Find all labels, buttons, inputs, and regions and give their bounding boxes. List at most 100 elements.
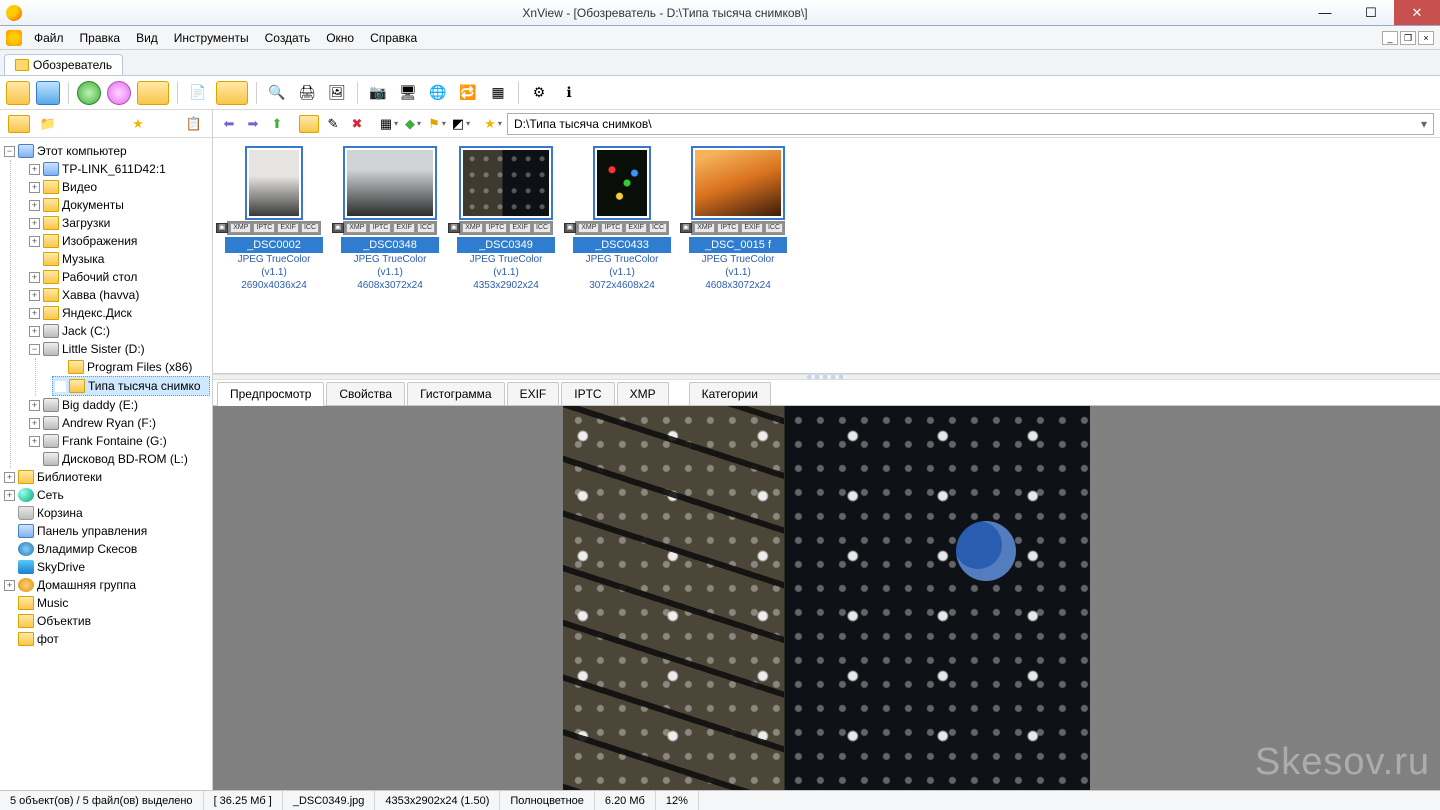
status-total: [ 36.25 Мб ] (204, 791, 283, 810)
document-tabstrip: Обозреватель (0, 50, 1440, 76)
folder-tree[interactable]: −Этот компьютер +TP-LINK_611D42:1 +Видео… (0, 138, 213, 790)
tree-item[interactable]: Хавва (havva) (62, 286, 139, 304)
new-folder-button[interactable] (299, 115, 319, 133)
rename-button[interactable]: ✎ (323, 114, 343, 134)
dropdown-icon[interactable]: ▾ (1421, 117, 1427, 131)
print-button[interactable]: 🖨 (295, 81, 319, 105)
tree-item[interactable]: Music (37, 594, 68, 612)
layout-button[interactable]: ◩ (451, 114, 471, 134)
tree-item-selected[interactable]: Типа тысяча снимко (88, 377, 201, 395)
thumbnail[interactable]: ▣XMPIPTCEXIFICC_DSC0002JPEG TrueColor (v… (225, 146, 323, 292)
tree-homegroup[interactable]: Домашняя группа (37, 576, 136, 594)
slideshow-button[interactable]: 🖼 (325, 81, 349, 105)
refresh-button[interactable] (77, 81, 101, 105)
thumbnail[interactable]: ▣XMPIPTCEXIFICC_DSC0433JPEG TrueColor (v… (573, 146, 671, 292)
tree-item[interactable]: Музыка (62, 250, 104, 268)
tree-drive-e[interactable]: Big daddy (E:) (62, 396, 138, 414)
tree-drive-g[interactable]: Frank Fontaine (G:) (62, 432, 167, 450)
nav-forward-button[interactable]: ➡ (243, 114, 263, 134)
preview-tab[interactable]: EXIF (507, 382, 560, 406)
sort-button[interactable]: ◆ (403, 114, 423, 134)
main-toolbar: 📄 🔍 🖨 🖼 📷 🖥 🌐 🔁 ▦ ⚙ ℹ (0, 76, 1440, 110)
convert-button[interactable]: 🔁 (456, 81, 480, 105)
tree-drive-f[interactable]: Andrew Ryan (F:) (62, 414, 156, 432)
menu-edit[interactable]: Правка (72, 28, 129, 48)
settings-button[interactable]: ⚙ (527, 81, 551, 105)
tree-item[interactable]: Объектив (37, 612, 91, 630)
tree-item[interactable]: Документы (62, 196, 124, 214)
tree-item[interactable]: Рабочий стол (62, 268, 137, 286)
tree-item[interactable]: Яндекс.Диск (62, 304, 132, 322)
status-color: Полноцветное (500, 791, 595, 810)
thumb-name: _DSC0433 (573, 237, 671, 253)
delete-button[interactable]: ✖ (347, 114, 367, 134)
save-button[interactable] (36, 81, 60, 105)
tree-network[interactable]: Сеть (37, 486, 64, 504)
thumb-name: _DSC0349 (457, 237, 555, 253)
favorites-button[interactable]: ★ (483, 114, 503, 134)
tree-item[interactable]: фот (37, 630, 59, 648)
tree-bin[interactable]: Корзина (37, 504, 83, 522)
open-button[interactable] (6, 81, 30, 105)
capture-button[interactable]: 📷 (366, 81, 390, 105)
favorite-add-button[interactable]: ★ (128, 114, 148, 134)
categories-button[interactable]: 📋 (184, 114, 204, 134)
tab-browser[interactable]: Обозреватель (4, 54, 123, 75)
nav-up-button[interactable]: ⬆ (267, 114, 287, 134)
fav-folders-icon[interactable]: 📁 (38, 114, 58, 134)
preview-tab[interactable]: XMP (617, 382, 669, 406)
watermark: Skesov.ru (1255, 741, 1430, 784)
refresh-all-button[interactable] (107, 81, 131, 105)
preview-tab[interactable]: Предпросмотр (217, 382, 324, 406)
preview-tab[interactable]: Гистограмма (407, 382, 504, 406)
nav-back-button[interactable]: ⬅ (219, 114, 239, 134)
preview-tab[interactable]: Категории (689, 382, 771, 406)
scan-button[interactable]: 🖥 (396, 81, 420, 105)
grid-button[interactable]: ▦ (486, 81, 510, 105)
browse-button[interactable] (137, 81, 169, 105)
tree-drive-bd[interactable]: Дисковод BD-ROM (L:) (62, 450, 188, 468)
thumbnail[interactable]: ▣XMPIPTCEXIFICC_DSC_0015 fJPEG TrueColor… (689, 146, 787, 292)
tree-item[interactable]: Видео (62, 178, 97, 196)
status-filename: _DSC0349.jpg (283, 791, 376, 810)
thumbnail[interactable]: ▣XMPIPTCEXIFICC_DSC0348JPEG TrueColor (v… (341, 146, 439, 292)
tree-libraries[interactable]: Библиотеки (37, 468, 102, 486)
path-input[interactable]: D:\Типа тысяча снимков\ ▾ (507, 113, 1434, 135)
menu-view[interactable]: Вид (128, 28, 166, 48)
menu-create[interactable]: Создать (257, 28, 319, 48)
tree-item[interactable]: TP-LINK_611D42:1 (62, 160, 166, 178)
tree-control-panel[interactable]: Панель управления (37, 522, 147, 540)
tree-item[interactable]: Загрузки (62, 214, 110, 232)
close-button[interactable]: ✕ (1394, 0, 1440, 25)
thumbnail-grid[interactable]: ▣XMPIPTCEXIFICC_DSC0002JPEG TrueColor (v… (213, 138, 1440, 374)
info-button[interactable]: ℹ (557, 81, 581, 105)
web-button[interactable]: 🌐 (426, 81, 450, 105)
preview-tab[interactable]: Свойства (326, 382, 405, 406)
find-button[interactable]: 🔍 (265, 81, 289, 105)
status-size: 6.20 Мб (595, 791, 656, 810)
menu-help[interactable]: Справка (362, 28, 425, 48)
minimize-button[interactable]: — (1302, 0, 1348, 25)
tree-item[interactable]: Изображения (62, 232, 137, 250)
tree-item[interactable]: Program Files (x86) (87, 358, 192, 376)
maximize-button[interactable]: ☐ (1348, 0, 1394, 25)
tree-skydrive[interactable]: SkyDrive (37, 558, 85, 576)
view-mode-button[interactable]: ▦ (379, 114, 399, 134)
tree-user[interactable]: Владимир Скесов (37, 540, 137, 558)
preview-tab[interactable]: IPTC (561, 382, 614, 406)
status-selection: 5 объект(ов) / 5 файл(ов) выделено (0, 791, 204, 810)
filter-button[interactable]: ⚑ (427, 114, 447, 134)
menu-window[interactable]: Окно (318, 28, 362, 48)
menu-file[interactable]: Файл (26, 28, 72, 48)
fav-folder-button[interactable] (8, 115, 30, 133)
thumbnail[interactable]: ▣XMPIPTCEXIFICC_DSC0349JPEG TrueColor (v… (457, 146, 555, 292)
tree-drive-d[interactable]: Little Sister (D:) (62, 340, 145, 358)
mdi-close[interactable]: × (1418, 31, 1434, 45)
tree-drive-c[interactable]: Jack (C:) (62, 322, 110, 340)
tree-root[interactable]: Этот компьютер (37, 142, 127, 160)
menu-tools[interactable]: Инструменты (166, 28, 257, 48)
paste-button[interactable] (216, 81, 248, 105)
mdi-restore[interactable]: ❐ (1400, 31, 1416, 45)
mdi-minimize[interactable]: _ (1382, 31, 1398, 45)
copy-button[interactable]: 📄 (186, 81, 210, 105)
